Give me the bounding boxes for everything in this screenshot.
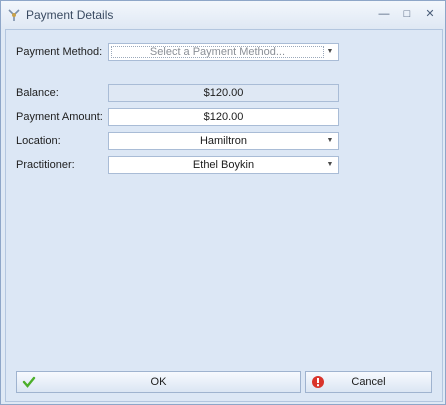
payment-amount-label: Payment Amount: [16, 111, 103, 123]
balance-label: Balance: [16, 87, 59, 99]
payment-amount-input[interactable]: $120.00 [108, 108, 339, 126]
window-title: Payment Details [26, 8, 114, 22]
payment-method-placeholder: Select a Payment Method... [111, 46, 324, 58]
minimize-button[interactable]: — [376, 7, 392, 21]
checkmark-icon [22, 376, 36, 388]
payment-amount-text: $120.00 [203, 111, 244, 123]
ok-button-label: OK [150, 376, 167, 388]
practitioner-text: Ethel Boykin [192, 159, 255, 171]
app-logo-icon [8, 9, 20, 21]
payment-method-select[interactable]: Select a Payment Method... ▼ [108, 43, 339, 61]
balance-value: $120.00 [108, 84, 339, 102]
title-bar[interactable]: Payment Details — □ ✕ [1, 1, 445, 29]
cancel-button[interactable]: Cancel [305, 371, 432, 393]
practitioner-select[interactable]: Ethel Boykin ▼ [108, 156, 339, 174]
balance-text: $120.00 [203, 87, 244, 99]
ok-button[interactable]: OK [16, 371, 301, 393]
location-label: Location: [16, 135, 61, 147]
chevron-down-icon[interactable]: ▼ [325, 157, 335, 173]
maximize-button[interactable]: □ [399, 7, 415, 21]
cancel-icon [312, 376, 324, 388]
practitioner-label: Practitioner: [16, 159, 75, 171]
chevron-down-icon[interactable]: ▼ [325, 133, 335, 149]
payment-method-label: Payment Method: [16, 46, 103, 58]
payment-details-window: Payment Details — □ ✕ Payment Method: Se… [0, 0, 446, 405]
chevron-down-icon[interactable]: ▼ [325, 44, 335, 60]
close-button[interactable]: ✕ [422, 7, 438, 21]
cancel-button-label: Cancel [351, 376, 386, 388]
form-panel: Payment Method: Select a Payment Method.… [5, 29, 443, 402]
location-text: Hamiltron [199, 135, 248, 147]
location-select[interactable]: Hamiltron ▼ [108, 132, 339, 150]
